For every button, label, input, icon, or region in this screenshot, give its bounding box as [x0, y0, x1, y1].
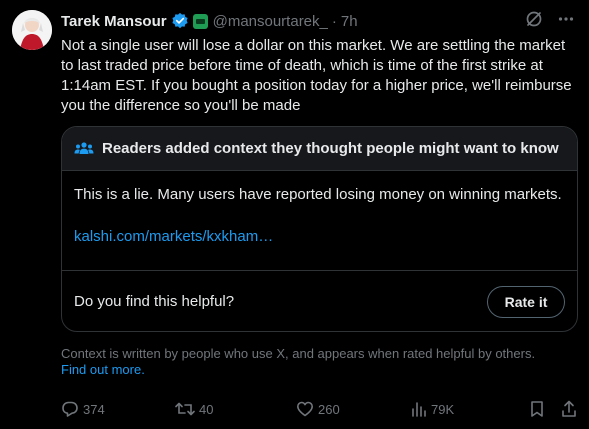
note-rating-bar: Do you find this helpful? Rate it	[62, 270, 577, 331]
like-button[interactable]: 260	[296, 400, 340, 418]
reply-count: 374	[83, 401, 105, 417]
separator: ·	[331, 12, 337, 30]
views-count: 79K	[431, 401, 455, 417]
reply-button[interactable]: 374	[61, 400, 105, 418]
tweet-header: Tarek Mansour @mansourtarek_ · 7h	[61, 10, 579, 32]
bookmark-button[interactable]	[529, 400, 545, 418]
share-icon	[562, 400, 576, 417]
bookmark-icon	[531, 401, 543, 417]
like-icon	[297, 401, 313, 417]
share-button[interactable]	[561, 400, 577, 418]
context-info-text: Context is written by people who use X, …	[61, 346, 536, 361]
like-count: 260	[318, 401, 340, 417]
verified-badge-icon	[171, 12, 188, 29]
community-note-header[interactable]: Readers added context they thought peopl…	[62, 127, 577, 171]
avatar[interactable]	[12, 10, 52, 50]
grok-icon[interactable]	[525, 10, 543, 28]
timestamp[interactable]: 7h	[341, 13, 358, 30]
reply-icon	[62, 401, 78, 417]
community-note-title: Readers added context they thought peopl…	[102, 140, 559, 157]
find-out-more-link[interactable]: Find out more.	[61, 362, 145, 377]
more-icon[interactable]	[557, 10, 575, 28]
views-button[interactable]: 79K	[411, 400, 454, 418]
action-bar: 374 40 260 79K	[61, 400, 579, 422]
repost-icon	[175, 402, 195, 416]
tweet-text: Not a single user will lose a dollar on …	[61, 37, 572, 114]
repost-count: 40	[199, 401, 214, 417]
community-note: Readers added context they thought peopl…	[61, 126, 578, 332]
people-icon	[74, 141, 94, 154]
context-info: Context is written by people who use X, …	[61, 346, 571, 378]
helpful-question: Do you find this helpful?	[74, 293, 235, 310]
rate-it-button[interactable]: Rate it	[487, 285, 565, 318]
community-note-text: This is a lie. Many users have reported …	[74, 186, 562, 203]
views-icon	[412, 402, 426, 417]
affiliate-badge-icon[interactable]	[192, 13, 208, 29]
repost-button[interactable]: 40	[175, 400, 213, 418]
author-handle[interactable]: @mansourtarek_	[213, 13, 328, 30]
author-name[interactable]: Tarek Mansour	[61, 13, 167, 30]
community-note-link[interactable]: kalshi.com/markets/kxkham…	[74, 227, 565, 247]
